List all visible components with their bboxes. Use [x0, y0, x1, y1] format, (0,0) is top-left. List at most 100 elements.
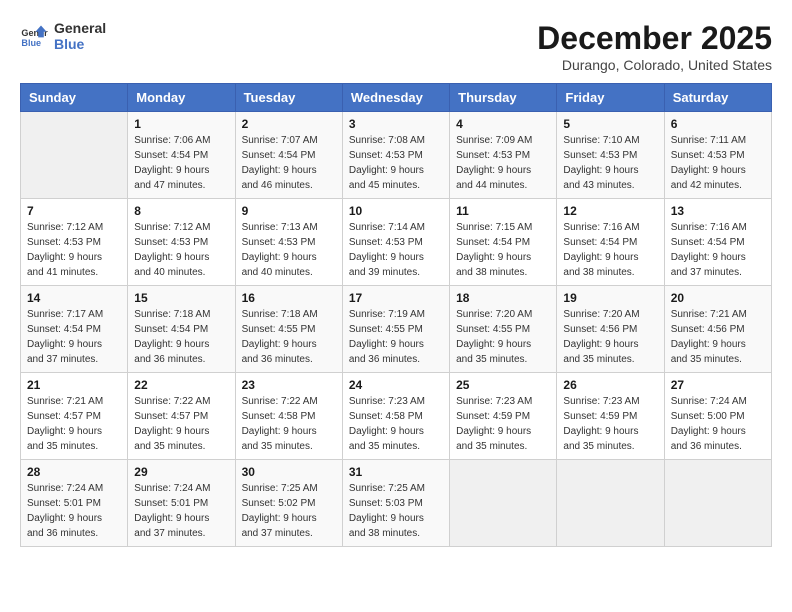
day-number: 3 — [349, 117, 443, 131]
day-info: Sunrise: 7:06 AMSunset: 4:54 PMDaylight:… — [134, 133, 228, 193]
day-info: Sunrise: 7:10 AMSunset: 4:53 PMDaylight:… — [563, 133, 657, 193]
day-number: 28 — [27, 465, 121, 479]
day-number: 21 — [27, 378, 121, 392]
day-number: 25 — [456, 378, 550, 392]
calendar-cell: 23 Sunrise: 7:22 AMSunset: 4:58 PMDayligh… — [235, 373, 342, 460]
calendar-cell: 27 Sunrise: 7:24 AMSunset: 5:00 PMDayligh… — [664, 373, 771, 460]
day-info: Sunrise: 7:19 AMSunset: 4:55 PMDaylight:… — [349, 307, 443, 367]
day-info: Sunrise: 7:24 AMSunset: 5:00 PMDaylight:… — [671, 394, 765, 454]
calendar-week-3: 14 Sunrise: 7:17 AMSunset: 4:54 PMDayligh… — [21, 286, 772, 373]
calendar-cell: 10Sunrise: 7:14 AMSunset: 4:53 PMDayligh… — [342, 199, 449, 286]
day-info: Sunrise: 7:25 AMSunset: 5:03 PMDaylight:… — [349, 481, 443, 541]
calendar-cell: 22 Sunrise: 7:22 AMSunset: 4:57 PMDayligh… — [128, 373, 235, 460]
day-number: 7 — [27, 204, 121, 218]
calendar-cell: 15Sunrise: 7:18 AMSunset: 4:54 PMDayligh… — [128, 286, 235, 373]
calendar-cell: 13Sunrise: 7:16 AMSunset: 4:54 PMDayligh… — [664, 199, 771, 286]
calendar-cell: 3 Sunrise: 7:08 AMSunset: 4:53 PMDaylight… — [342, 112, 449, 199]
day-info: Sunrise: 7:07 AMSunset: 4:54 PMDaylight:… — [242, 133, 336, 193]
logo-icon: General Blue — [20, 22, 48, 50]
title-area: December 2025 Durango, Colorado, United … — [537, 20, 772, 73]
day-info: Sunrise: 7:22 AMSunset: 4:58 PMDaylight:… — [242, 394, 336, 454]
calendar-cell — [557, 460, 664, 547]
day-info: Sunrise: 7:24 AMSunset: 5:01 PMDaylight:… — [27, 481, 121, 541]
calendar-cell: 7 Sunrise: 7:12 AMSunset: 4:53 PMDaylight… — [21, 199, 128, 286]
day-info: Sunrise: 7:25 AMSunset: 5:02 PMDaylight:… — [242, 481, 336, 541]
day-info: Sunrise: 7:15 AMSunset: 4:54 PMDaylight:… — [456, 220, 550, 280]
day-info: Sunrise: 7:12 AMSunset: 4:53 PMDaylight:… — [27, 220, 121, 280]
day-info: Sunrise: 7:22 AMSunset: 4:57 PMDaylight:… — [134, 394, 228, 454]
day-info: Sunrise: 7:17 AMSunset: 4:54 PMDaylight:… — [27, 307, 121, 367]
day-number: 15 — [134, 291, 228, 305]
day-header-friday: Friday — [557, 84, 664, 112]
day-header-thursday: Thursday — [450, 84, 557, 112]
day-header-monday: Monday — [128, 84, 235, 112]
calendar-cell: 5 Sunrise: 7:10 AMSunset: 4:53 PMDaylight… — [557, 112, 664, 199]
day-number: 17 — [349, 291, 443, 305]
calendar-cell — [450, 460, 557, 547]
logo-line2: Blue — [54, 36, 106, 52]
calendar-cell: 9Sunrise: 7:13 AMSunset: 4:53 PMDaylight… — [235, 199, 342, 286]
day-info: Sunrise: 7:12 AMSunset: 4:53 PMDaylight:… — [134, 220, 228, 280]
month-title: December 2025 — [537, 20, 772, 57]
day-number: 12 — [563, 204, 657, 218]
calendar-week-2: 7 Sunrise: 7:12 AMSunset: 4:53 PMDaylight… — [21, 199, 772, 286]
day-number: 16 — [242, 291, 336, 305]
day-number: 19 — [563, 291, 657, 305]
calendar-cell: 8 Sunrise: 7:12 AMSunset: 4:53 PMDaylight… — [128, 199, 235, 286]
calendar-cell: 12 Sunrise: 7:16 AMSunset: 4:54 PMDayligh… — [557, 199, 664, 286]
day-number: 31 — [349, 465, 443, 479]
header: General Blue General Blue December 2025 … — [20, 20, 772, 73]
logo-line1: General — [54, 20, 106, 36]
day-info: Sunrise: 7:08 AMSunset: 4:53 PMDaylight:… — [349, 133, 443, 193]
calendar-cell: 18Sunrise: 7:20 AMSunset: 4:55 PMDayligh… — [450, 286, 557, 373]
day-number: 5 — [563, 117, 657, 131]
day-info: Sunrise: 7:20 AMSunset: 4:56 PMDaylight:… — [563, 307, 657, 367]
day-info: Sunrise: 7:23 AMSunset: 4:59 PMDaylight:… — [456, 394, 550, 454]
calendar-cell — [664, 460, 771, 547]
calendar-cell: 31 Sunrise: 7:25 AMSunset: 5:03 PMDayligh… — [342, 460, 449, 547]
day-number: 10 — [349, 204, 443, 218]
day-info: Sunrise: 7:23 AMSunset: 4:58 PMDaylight:… — [349, 394, 443, 454]
day-number: 20 — [671, 291, 765, 305]
day-number: 23 — [242, 378, 336, 392]
day-info: Sunrise: 7:18 AMSunset: 4:55 PMDaylight:… — [242, 307, 336, 367]
calendar-week-1: 1 Sunrise: 7:06 AMSunset: 4:54 PMDaylight… — [21, 112, 772, 199]
calendar-cell: 29Sunrise: 7:24 AMSunset: 5:01 PMDayligh… — [128, 460, 235, 547]
calendar-cell: 21Sunrise: 7:21 AMSunset: 4:57 PMDayligh… — [21, 373, 128, 460]
calendar-cell: 17 Sunrise: 7:19 AMSunset: 4:55 PMDayligh… — [342, 286, 449, 373]
day-number: 11 — [456, 204, 550, 218]
calendar-cell: 30Sunrise: 7:25 AMSunset: 5:02 PMDayligh… — [235, 460, 342, 547]
day-number: 4 — [456, 117, 550, 131]
day-number: 24 — [349, 378, 443, 392]
calendar-cell: 1 Sunrise: 7:06 AMSunset: 4:54 PMDaylight… — [128, 112, 235, 199]
day-number: 6 — [671, 117, 765, 131]
calendar-cell: 25 Sunrise: 7:23 AMSunset: 4:59 PMDayligh… — [450, 373, 557, 460]
day-number: 2 — [242, 117, 336, 131]
svg-text:Blue: Blue — [21, 38, 41, 48]
logo: General Blue General Blue — [20, 20, 106, 52]
day-info: Sunrise: 7:16 AMSunset: 4:54 PMDaylight:… — [671, 220, 765, 280]
day-info: Sunrise: 7:21 AMSunset: 4:56 PMDaylight:… — [671, 307, 765, 367]
calendar-cell: 26Sunrise: 7:23 AMSunset: 4:59 PMDayligh… — [557, 373, 664, 460]
day-number: 9 — [242, 204, 336, 218]
day-number: 1 — [134, 117, 228, 131]
location-title: Durango, Colorado, United States — [537, 57, 772, 73]
day-number: 22 — [134, 378, 228, 392]
calendar-cell: 2 Sunrise: 7:07 AMSunset: 4:54 PMDaylight… — [235, 112, 342, 199]
day-header-tuesday: Tuesday — [235, 84, 342, 112]
day-info: Sunrise: 7:16 AMSunset: 4:54 PMDaylight:… — [563, 220, 657, 280]
day-number: 8 — [134, 204, 228, 218]
day-number: 27 — [671, 378, 765, 392]
calendar-cell: 6Sunrise: 7:11 AMSunset: 4:53 PMDaylight… — [664, 112, 771, 199]
day-info: Sunrise: 7:20 AMSunset: 4:55 PMDaylight:… — [456, 307, 550, 367]
calendar-cell: 16 Sunrise: 7:18 AMSunset: 4:55 PMDayligh… — [235, 286, 342, 373]
calendar-cell — [21, 112, 128, 199]
calendar-cell: 4Sunrise: 7:09 AMSunset: 4:53 PMDaylight… — [450, 112, 557, 199]
calendar-cell: 19 Sunrise: 7:20 AMSunset: 4:56 PMDayligh… — [557, 286, 664, 373]
calendar-cell: 28 Sunrise: 7:24 AMSunset: 5:01 PMDayligh… — [21, 460, 128, 547]
day-header-wednesday: Wednesday — [342, 84, 449, 112]
day-header-saturday: Saturday — [664, 84, 771, 112]
day-info: Sunrise: 7:23 AMSunset: 4:59 PMDaylight:… — [563, 394, 657, 454]
day-number: 29 — [134, 465, 228, 479]
day-number: 14 — [27, 291, 121, 305]
